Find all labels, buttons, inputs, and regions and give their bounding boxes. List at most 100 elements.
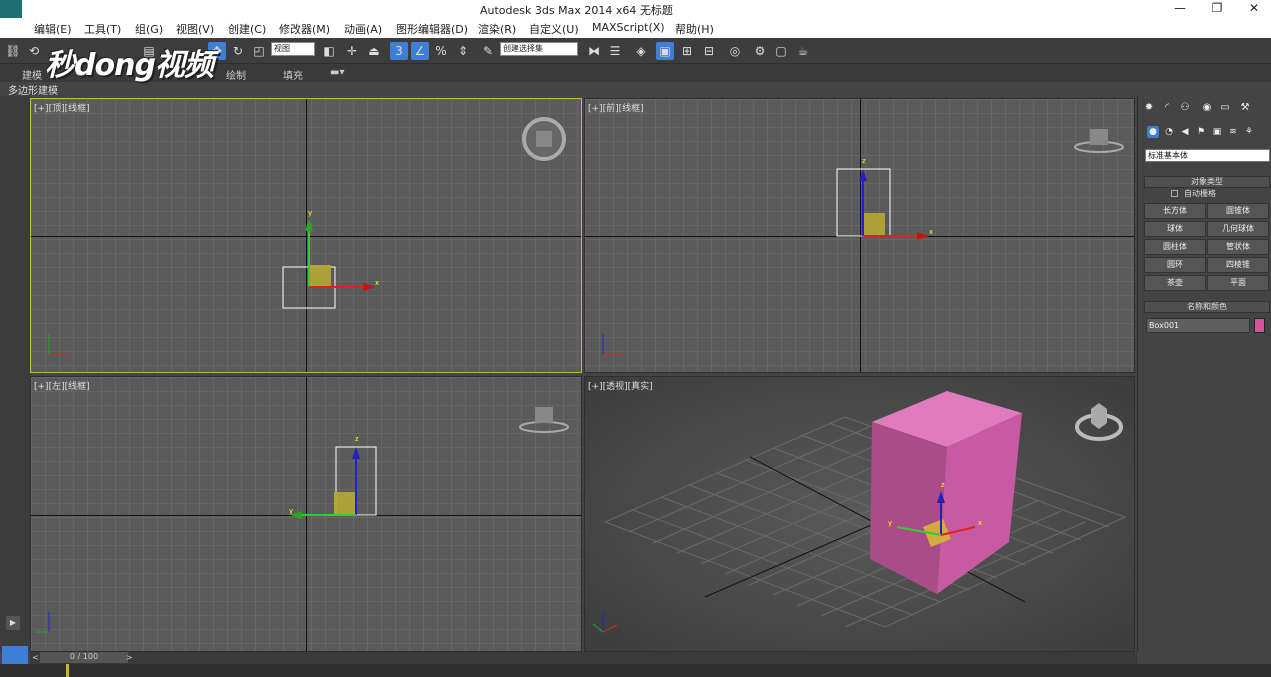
axis-label-z: z [862,157,866,165]
render-icon[interactable]: ☕ [794,42,812,60]
menu-customize[interactable]: 自定义(U) [529,21,579,37]
box-button[interactable]: 长方体 [1144,203,1206,219]
graphite-toggle-icon[interactable]: ▣ [656,42,674,60]
menu-edit[interactable]: 编辑(E) [34,21,72,37]
helpers-icon[interactable]: ▣ [1211,126,1223,138]
sphere-button[interactable]: 球体 [1144,221,1206,237]
tab-modeling[interactable]: 建模 [22,67,42,82]
viewport-left[interactable]: [+][左][线框] z y [30,376,582,652]
menu-group[interactable]: 组(G) [135,21,163,37]
axis-label-y: y [289,507,293,515]
tab-fill[interactable]: 填充 [283,67,303,82]
viewport-perspective[interactable]: [+][透视][真实] z x y [584,376,1135,652]
command-panel: ✸ ◜ ⚇ ◉ ▭ ⚒ ● ◔ ◀ ⚑ ▣ ≋ ⚘ 标准基本体 对象类型 自动栅… [1137,96,1271,652]
teapot-button[interactable]: 茶壶 [1144,275,1206,291]
cylinder-button[interactable]: 圆柱体 [1144,239,1206,255]
utilities-tab-icon[interactable]: ⚒ [1238,101,1252,115]
axis-label-z: z [355,435,359,443]
left-view-gizmo: z y [35,407,569,633]
menu-help[interactable]: 帮助(H) [675,21,714,37]
create-tab-icon[interactable]: ✸ [1142,101,1156,115]
object-name-field[interactable]: Box001 [1146,318,1250,333]
percent-snap-icon[interactable]: % [432,42,450,60]
axis-label-y: y [308,209,312,217]
menu-bar: 编辑(E) 工具(T) 组(G) 视图(V) 创建(C) 修改器(M) 动画(A… [0,18,1271,38]
select-manipulate-icon[interactable]: ✛ [343,42,361,60]
systems-icon[interactable]: ⚘ [1243,126,1255,138]
curve-editor-icon[interactable]: ⊞ [678,42,696,60]
angle-snap-icon[interactable]: ∠ [411,42,429,60]
motion-tab-icon[interactable]: ◉ [1200,101,1214,115]
geometry-icon[interactable]: ● [1147,126,1159,138]
time-slider-thumb[interactable]: 0 / 100 [40,652,128,663]
perspective-scene: z x y [592,391,1127,633]
scale-icon[interactable]: ◰ [250,42,268,60]
time-next-button[interactable]: > [126,653,133,662]
spinner-snap-icon[interactable]: ⇕ [454,42,472,60]
menu-views[interactable]: 视图(V) [176,21,214,37]
pivot-icon[interactable]: ◧ [320,42,338,60]
edit-named-selection-icon[interactable]: ✎ [479,42,497,60]
lights-icon[interactable]: ◀ [1179,126,1191,138]
primitive-type-dropdown[interactable]: 标准基本体 [1145,149,1270,162]
named-selection-dropdown[interactable]: 创建选择集 [500,42,578,56]
autogrid-checkbox[interactable] [1171,190,1178,197]
link-icon[interactable]: ⛓ [4,42,22,60]
polygon-modeling-label[interactable]: 多边形建模 [8,82,58,97]
autogrid-label: 自动栅格 [1184,189,1216,198]
window-title: Autodesk 3ds Max 2014 x64 无标题 [480,4,673,17]
object-type-rollout[interactable]: 对象类型 [1144,176,1270,188]
object-color-swatch[interactable] [1254,318,1265,333]
menu-maxscript[interactable]: MAXScript(X) [592,21,665,34]
shapes-icon[interactable]: ◔ [1163,126,1175,138]
menu-modifiers[interactable]: 修改器(M) [279,21,330,37]
ribbon-options-icon[interactable]: ▬▾ [330,67,344,78]
app-logo-icon[interactable] [0,0,22,18]
material-editor-icon[interactable]: ◎ [726,42,744,60]
minimize-button[interactable]: — [1162,0,1198,18]
reference-coordinate-dropdown[interactable]: 视图 [271,42,315,56]
axis-label-y: y [888,519,892,527]
hierarchy-tab-icon[interactable]: ⚇ [1178,101,1192,115]
viewport-front[interactable]: [+][前][线框] z x [584,98,1135,373]
track-bar[interactable] [0,664,1271,677]
snap-3d-icon[interactable]: 3 [390,42,408,60]
front-view-gizmo: z x [602,129,1124,355]
cone-button[interactable]: 圆锥体 [1207,203,1269,219]
unlink-icon[interactable]: ⟲ [25,42,43,60]
geosphere-button[interactable]: 几何球体 [1207,221,1269,237]
time-prev-button[interactable]: < [32,653,39,662]
modify-tab-icon[interactable]: ◜ [1160,101,1174,115]
time-slider[interactable]: < 0 / 100 > [30,652,1137,664]
torus-button[interactable]: 圆环 [1144,257,1206,273]
close-button[interactable]: ✕ [1236,0,1271,18]
align-icon[interactable]: ☰ [606,42,624,60]
name-color-rollout[interactable]: 名称和颜色 [1144,301,1270,313]
tube-button[interactable]: 管状体 [1207,239,1269,255]
time-marker [66,664,69,677]
keyboard-shortcut-icon[interactable]: ⏏ [365,42,383,60]
pyramid-button[interactable]: 四棱锥 [1207,257,1269,273]
name-color-header: 名称和颜色 [1187,302,1227,311]
menu-create[interactable]: 创建(C) [228,21,266,37]
axis-label-x: x [929,228,933,236]
menu-rendering[interactable]: 渲染(R) [478,21,516,37]
cameras-icon[interactable]: ⚑ [1195,126,1207,138]
spacewarps-icon[interactable]: ≋ [1227,126,1239,138]
title-bar: Autodesk 3ds Max 2014 x64 无标题 — ❐ ✕ [0,0,1271,18]
render-frame-icon[interactable]: ▢ [772,42,790,60]
menu-graph-editors[interactable]: 图形编辑器(D) [396,21,468,37]
render-setup-icon[interactable]: ⚙ [751,42,769,60]
expand-arrow-icon[interactable]: ▶ [6,616,20,630]
menu-tools[interactable]: 工具(T) [84,21,121,37]
menu-animation[interactable]: 动画(A) [344,21,382,37]
plane-button[interactable]: 平面 [1207,275,1269,291]
mirror-icon[interactable]: ⧓ [585,42,603,60]
layer-manager-icon[interactable]: ◈ [632,42,650,60]
viewport-top[interactable]: [+][顶][线框] y x [30,98,582,373]
display-tab-icon[interactable]: ▭ [1218,101,1232,115]
tab-draw[interactable]: 绘制 [226,67,246,82]
schematic-view-icon[interactable]: ⊟ [700,42,718,60]
rotate-icon[interactable]: ↻ [229,42,247,60]
maximize-button[interactable]: ❐ [1199,0,1235,18]
